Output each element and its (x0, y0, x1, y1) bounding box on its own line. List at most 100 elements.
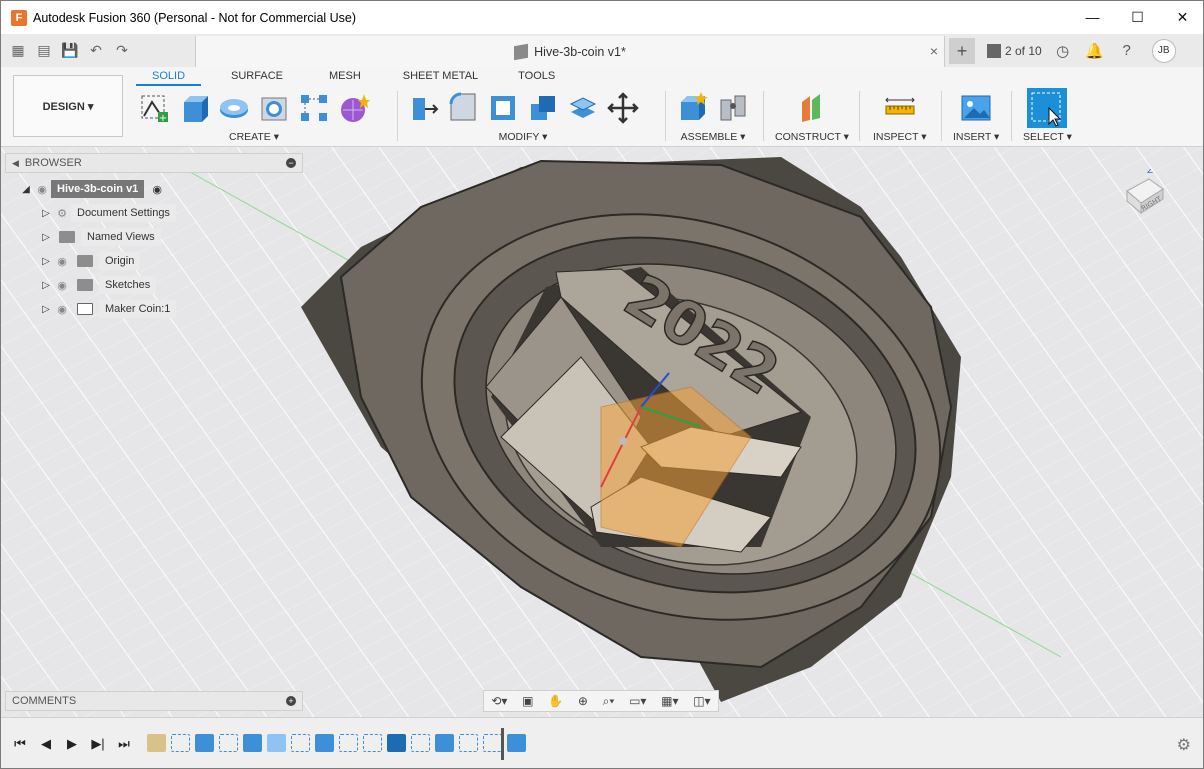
step-forward-icon[interactable]: ▶| (89, 735, 107, 753)
move-copy-icon[interactable] (607, 92, 639, 124)
viewports-icon[interactable]: ◫▾ (693, 694, 710, 708)
go-to-end-icon[interactable]: ⏭ (115, 735, 133, 753)
visibility-eye-icon[interactable]: ◉ (53, 279, 71, 292)
tab-surface[interactable]: SURFACE (215, 67, 299, 86)
measure-icon[interactable] (884, 92, 916, 124)
joint-icon[interactable] (717, 92, 749, 124)
expand-arrow-icon[interactable]: ▷ (39, 304, 53, 315)
timeline-sketch-icon[interactable] (339, 734, 358, 752)
timeline-sketch-icon[interactable] (459, 734, 478, 752)
view-cube[interactable]: Z RIGHT (1119, 169, 1167, 215)
help-icon[interactable]: ? (1116, 40, 1138, 62)
tree-item-named-views[interactable]: ▷ Named Views (5, 225, 303, 249)
pan-icon[interactable]: ✋ (548, 694, 563, 708)
visibility-eye-icon[interactable]: ◉ (33, 183, 51, 196)
timeline-extrude-icon[interactable] (243, 734, 262, 752)
combine-icon[interactable] (527, 92, 559, 124)
file-menu-icon[interactable]: ▤ (31, 38, 57, 64)
create-form-icon[interactable] (338, 92, 370, 124)
look-at-icon[interactable]: ▣ (522, 694, 533, 708)
timeline-sketch-icon[interactable] (171, 734, 190, 752)
timeline-extrude-icon[interactable] (507, 734, 526, 752)
modify-group-label[interactable]: MODIFY ▾ (499, 131, 548, 143)
job-status-icon[interactable]: ◷ (1052, 40, 1074, 62)
insert-group-label[interactable]: INSERT ▾ (953, 131, 999, 143)
fit-icon[interactable]: ⌕▾ (603, 694, 615, 709)
fillet-icon[interactable] (447, 92, 479, 124)
select-icon[interactable] (1027, 88, 1068, 128)
tab-tools[interactable]: TOOLS (502, 67, 571, 86)
orbit-icon[interactable]: ⟲▾ (491, 694, 507, 708)
press-pull-icon[interactable] (407, 92, 439, 124)
offset-face-icon[interactable] (567, 92, 599, 124)
redo-icon[interactable]: ↷ (109, 38, 135, 64)
browser-header[interactable]: ◀ BROWSER − (5, 153, 303, 173)
display-settings-icon[interactable]: ▭▾ (629, 694, 646, 708)
undo-icon[interactable]: ↶ (83, 38, 109, 64)
version-indicator[interactable]: 2 of 10 (987, 43, 1042, 58)
timeline-sketch-icon[interactable] (291, 734, 310, 752)
view-cube-graphic[interactable]: Z RIGHT (1119, 169, 1167, 215)
timeline-revolve-icon[interactable] (387, 734, 406, 752)
app-grid-icon[interactable]: ▦ (5, 38, 31, 64)
close-button[interactable]: ✕ (1160, 1, 1203, 33)
save-icon[interactable]: 💾 (57, 38, 83, 64)
assemble-group-label[interactable]: ASSEMBLE ▾ (681, 131, 746, 143)
step-back-icon[interactable]: ◀ (37, 735, 55, 753)
timeline-sketch-icon[interactable] (411, 734, 430, 752)
timeline-extrude-icon[interactable] (435, 734, 454, 752)
hole-icon[interactable] (258, 92, 290, 124)
tree-item-origin[interactable]: ▷ ◉ Origin (5, 249, 303, 273)
expand-arrow-icon[interactable]: ▷ (39, 280, 53, 291)
timeline-extrude-icon[interactable] (195, 734, 214, 752)
browser-collapse-icon[interactable]: ◀ (12, 158, 19, 169)
timeline-sketch-icon[interactable] (483, 734, 502, 752)
user-avatar[interactable]: JB (1151, 38, 1176, 63)
close-tab-icon[interactable]: × (930, 43, 938, 59)
tab-sheet-metal[interactable]: SHEET METAL (387, 67, 494, 86)
minimize-button[interactable]: — (1070, 1, 1115, 33)
tree-item-maker-coin[interactable]: ▷ ◉ Maker Coin:1 (5, 297, 303, 321)
construct-group-label[interactable]: CONSTRUCT ▾ (775, 131, 849, 143)
activate-radio-icon[interactable]: ◉ (152, 183, 162, 196)
pattern-icon[interactable] (298, 92, 330, 124)
visibility-eye-icon[interactable]: ◉ (53, 303, 71, 316)
extrude-icon[interactable] (178, 92, 210, 124)
document-tab[interactable]: Hive-3b-coin v1* × (195, 36, 945, 67)
timeline-sketch-icon[interactable] (363, 734, 382, 752)
tree-item-document-settings[interactable]: ▷ ⚙ Document Settings (5, 201, 303, 225)
comments-add-icon[interactable]: + (286, 696, 296, 706)
new-component-icon[interactable] (677, 92, 709, 124)
visibility-eye-icon[interactable]: ◉ (53, 255, 71, 268)
grid-settings-icon[interactable]: ▦▾ (661, 694, 678, 708)
select-group-label[interactable]: SELECT ▾ (1023, 131, 1072, 143)
maximize-button[interactable]: ☐ (1115, 1, 1160, 33)
tab-mesh[interactable]: MESH (313, 67, 377, 86)
create-group-label[interactable]: CREATE ▾ (229, 131, 279, 143)
comments-header[interactable]: COMMENTS + (5, 691, 303, 711)
inspect-group-label[interactable]: INSPECT ▾ (873, 131, 927, 143)
workspace-switcher[interactable]: DESIGN ▾ (13, 75, 123, 137)
timeline-pattern-icon[interactable] (267, 734, 286, 752)
notifications-icon[interactable]: 🔔 (1084, 40, 1106, 62)
new-tab-button[interactable]: + (949, 38, 975, 64)
shell-icon[interactable] (487, 92, 519, 124)
tree-item-sketches[interactable]: ▷ ◉ Sketches (5, 273, 303, 297)
revolve-icon[interactable] (218, 92, 250, 124)
create-sketch-icon[interactable]: + (138, 92, 170, 124)
tab-solid[interactable]: SOLID (136, 67, 202, 86)
expand-arrow-icon[interactable]: ▷ (39, 256, 53, 267)
tree-root-node[interactable]: ◢ ◉ Hive-3b-coin v1 ◉ (5, 177, 303, 201)
zoom-icon[interactable]: ⊕ (578, 694, 588, 708)
offset-plane-icon[interactable] (796, 92, 828, 124)
expand-arrow-icon[interactable]: ▷ (39, 208, 53, 219)
3d-viewport[interactable]: 2022 ◀ BROWSER − ◢ ◉ Hive-3b-coin v1 ◉ ▷… (1, 147, 1203, 717)
timeline-extrude-icon[interactable] (315, 734, 334, 752)
go-to-start-icon[interactable]: ⏮ (11, 735, 29, 753)
insert-image-icon[interactable] (960, 92, 992, 124)
timeline-settings-icon[interactable]: ⚙ (1177, 735, 1191, 755)
timeline-sketch-icon[interactable] (219, 734, 238, 752)
expand-arrow-icon[interactable]: ▷ (39, 232, 53, 243)
browser-minimize-icon[interactable]: − (286, 158, 296, 168)
play-icon[interactable]: ▶ (63, 735, 81, 753)
